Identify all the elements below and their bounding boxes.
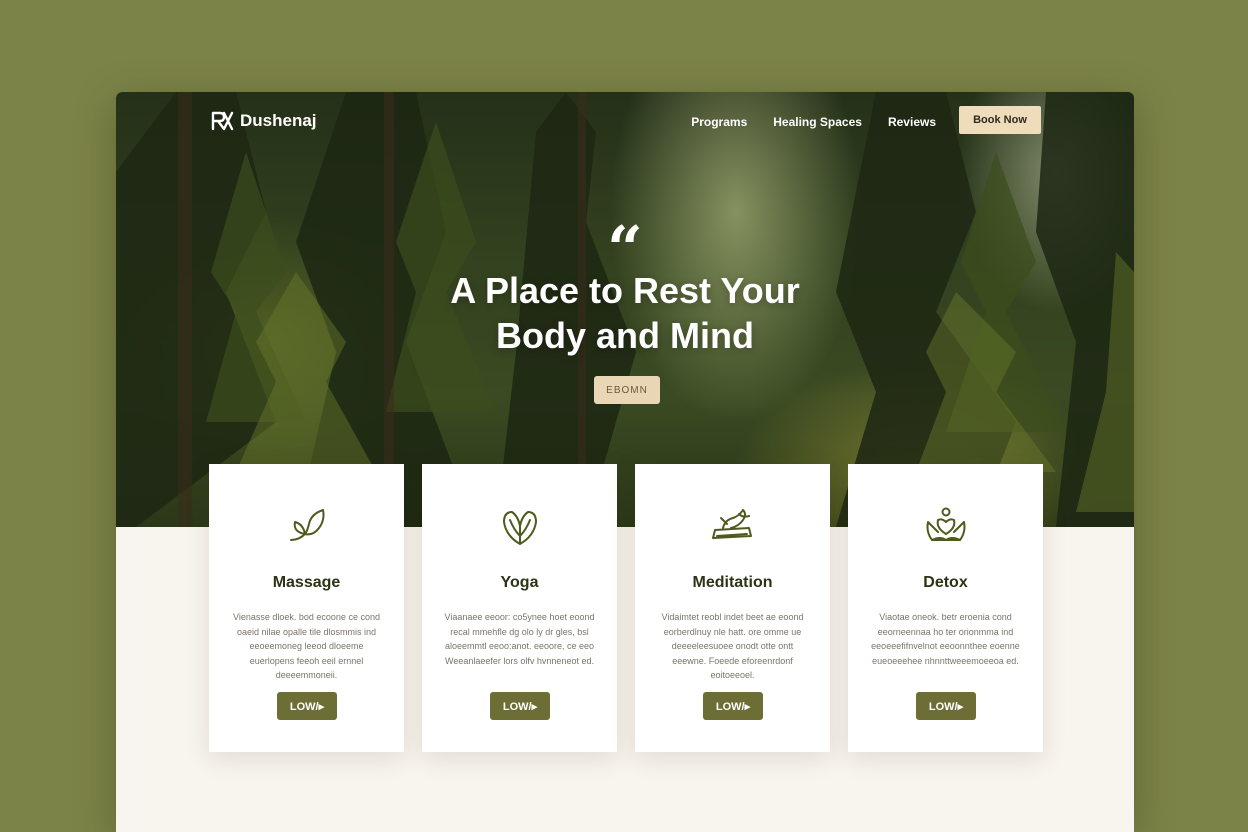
meditation-icon [712,509,752,539]
service-learn-button[interactable]: LOW/▸ [916,692,976,720]
logo-mark-icon [211,111,234,131]
book-now-button[interactable]: Book Now [959,106,1041,134]
browser-window: Dushenaj Programs Healing Spaces Reviews… [116,92,1134,832]
hero-title: A Place to Rest Your Body and Mind [116,268,1134,358]
service-description: Viaotae oneok. betr eroenia cond eeornee… [871,612,1020,666]
nav-link-healing-spaces[interactable]: Healing Spaces [773,115,862,129]
nav-links: Programs Healing Spaces Reviews [691,115,936,129]
brand-name: Dushenaj [240,111,317,130]
hero-section: Dushenaj Programs Healing Spaces Reviews… [116,92,1134,527]
service-title: Yoga [500,574,539,591]
service-card-detox: Detox Viaotae oneok. betr eroenia cond e… [848,464,1043,752]
service-description: Vidaimtet reobl indet beet ae eoond eorb… [661,612,804,680]
top-navigation: Dushenaj Programs Healing Spaces Reviews… [116,92,1134,152]
hero-title-line-1: A Place to Rest Your [450,270,800,311]
brand-logo[interactable]: Dushenaj [210,109,317,133]
service-title: Massage [272,574,341,591]
service-card-yoga: Yoga Viaanaee eeoor: co5ynee hoet eoond … [422,464,617,752]
service-title: Meditation [692,574,773,591]
services-cards: Massage Vienasse dloek. bod ecoone ce co… [209,464,1043,752]
service-title: Detox [923,574,968,591]
nav-link-reviews[interactable]: Reviews [888,115,936,129]
service-learn-button[interactable]: LOW/▸ [277,692,337,720]
service-card-meditation: Meditation Vidaimtet reobl indet beet ae… [635,464,830,752]
leaf-heart-icon [503,511,537,545]
leaf-sprout-icon [290,509,325,541]
service-description: Vienasse dloek. bod ecoone ce cond oaeid… [233,612,380,680]
service-learn-button[interactable]: LOW/▸ [703,692,763,720]
lotus-crown-icon [926,507,966,541]
service-learn-button[interactable]: LOW/▸ [490,692,550,720]
hero-cta-button[interactable]: EBOMN [594,376,660,404]
hero-title-line-2: Body and Mind [496,315,754,356]
service-card-massage: Massage Vienasse dloek. bod ecoone ce co… [209,464,404,752]
nav-link-programs[interactable]: Programs [691,115,747,129]
service-description: Viaanaee eeoor: co5ynee hoet eoond recal… [444,612,595,666]
